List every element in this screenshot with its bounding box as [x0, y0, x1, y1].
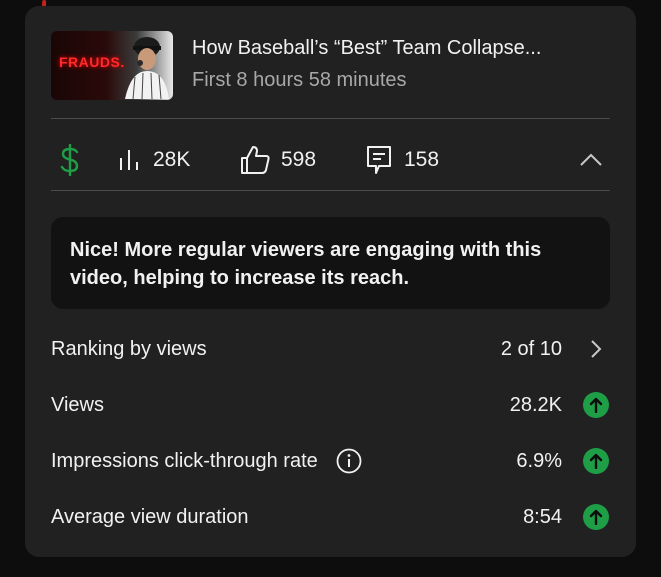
collapse-button[interactable] — [579, 137, 603, 183]
arrow-up-icon — [589, 453, 603, 469]
views-stat[interactable]: 28K — [117, 137, 190, 183]
trend-up-badge — [583, 392, 609, 418]
dollar-icon — [60, 144, 79, 176]
metric-value: 2 of 10 — [500, 337, 562, 360]
divider — [51, 190, 610, 191]
insight-message: Nice! More regular viewers are engaging … — [70, 239, 542, 289]
revenue-stat[interactable] — [59, 137, 81, 183]
bar-chart-icon — [120, 150, 138, 170]
insight-box: Nice! More regular viewers are engaging … — [51, 217, 610, 309]
comments-stat[interactable]: 158 — [365, 137, 439, 183]
metric-value: 8:54 — [523, 505, 562, 528]
trend-up-badge — [583, 448, 609, 474]
thumbnail-caption: FRAUDS. — [59, 54, 125, 70]
metric-label: Impressions click-through rate — [51, 449, 318, 472]
video-header[interactable]: FRAUDS. How Baseball’s “Best” Team Colla… — [51, 31, 541, 100]
video-title[interactable]: How Baseball’s “Best” Team Collapse... — [192, 37, 541, 60]
video-thumbnail[interactable]: FRAUDS. — [51, 31, 173, 100]
comment-icon — [367, 146, 391, 174]
chevron-right-icon — [591, 340, 602, 358]
arrow-up-icon — [589, 397, 603, 413]
metric-row-ranking[interactable]: Ranking by views 2 of 10 — [51, 329, 610, 369]
arrow-up-icon — [589, 509, 603, 525]
thumbs-up-icon — [241, 146, 270, 174]
likes-stat[interactable]: 598 — [239, 137, 316, 183]
metric-label: Ranking by views — [51, 337, 207, 360]
metric-row-views[interactable]: Views 28.2K — [51, 385, 610, 425]
metric-label: Average view duration — [51, 505, 249, 528]
comments-count: 158 — [404, 148, 440, 171]
metric-value: 28.2K — [509, 393, 562, 416]
info-icon[interactable] — [336, 448, 362, 474]
metric-value: 6.9% — [516, 449, 562, 472]
trend-up-badge — [583, 504, 609, 530]
views-count: 28K — [153, 148, 191, 171]
likes-count: 598 — [281, 148, 317, 171]
chevron-up-icon — [580, 153, 602, 166]
stats-row: 28K 598 158 — [51, 137, 610, 183]
metric-row-ctr[interactable]: Impressions click-through rate 6.9% — [51, 441, 610, 481]
metric-row-duration[interactable]: Average view duration 8:54 — [51, 497, 610, 537]
metric-label: Views — [51, 393, 104, 416]
divider — [51, 118, 610, 119]
player-image — [125, 37, 169, 99]
video-analytics-card: FRAUDS. How Baseball’s “Best” Team Colla… — [25, 6, 636, 557]
video-subtitle: First 8 hours 58 minutes — [192, 69, 407, 91]
